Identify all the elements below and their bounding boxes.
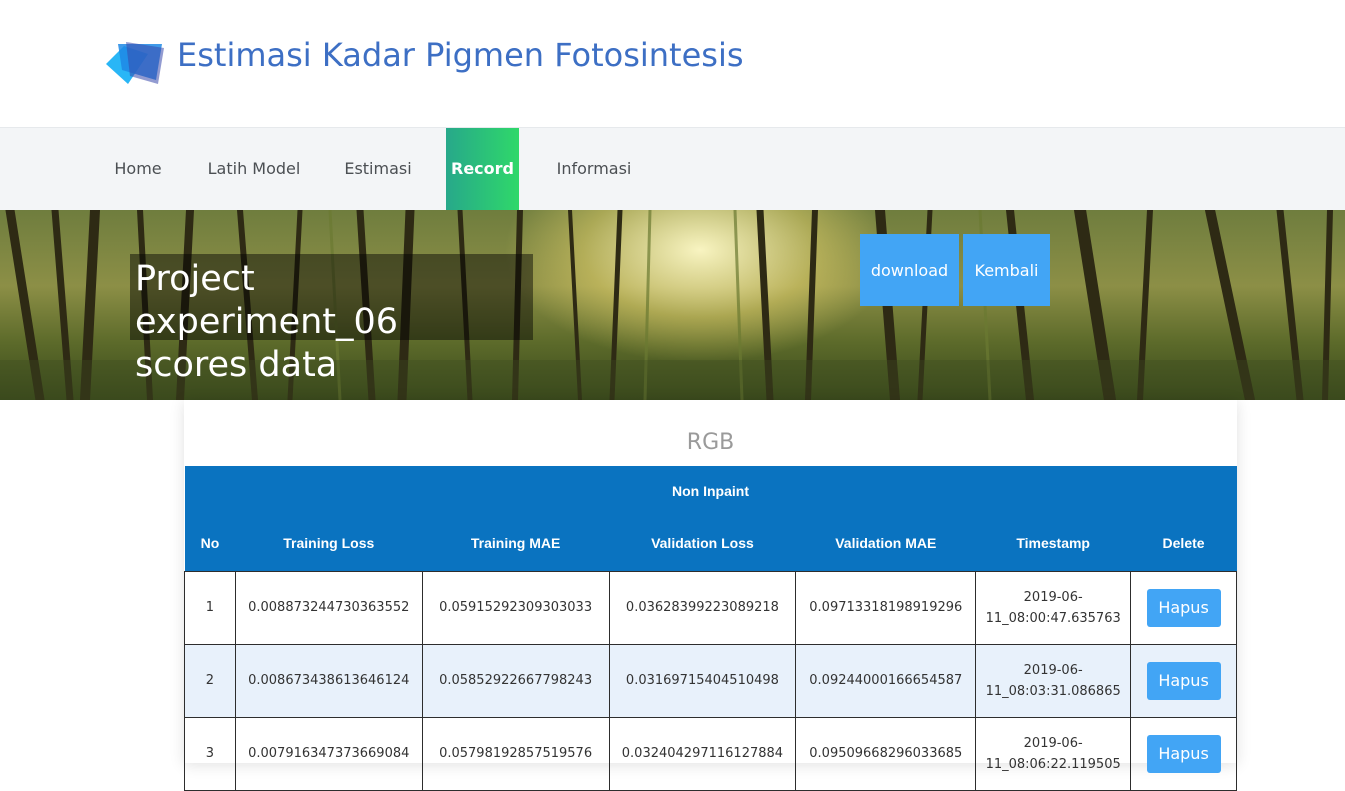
column-header-delete: Delete (1130, 516, 1237, 571)
cell-training-loss: 0.008873244730363552 (234, 570, 423, 645)
delete-button[interactable]: Hapus (1146, 588, 1221, 627)
timestamp-date: 2019-06- (1023, 735, 1083, 751)
site-header: Estimasi Kadar Pigmen Fotosintesis (0, 0, 1345, 128)
scores-card: RGB Non Inpaint No Training Loss Trainin… (184, 400, 1237, 791)
timestamp-time: 11_08:03:31.086865 (985, 683, 1121, 699)
cell-validation-loss: 0.032404297116127884 (608, 716, 797, 791)
card-title: RGB (686, 430, 735, 455)
cell-validation-loss: 0.03169715404510498 (608, 643, 797, 718)
hero-title-box: Project experiment_06 scores data (130, 254, 533, 385)
column-header-validation-mae: Validation MAE (795, 516, 976, 571)
cell-training-mae: 0.05798192857519576 (421, 716, 610, 791)
column-header-no: No (184, 516, 236, 571)
cell-no: 3 (184, 716, 236, 791)
cell-training-mae: 0.05915292309303033 (421, 570, 610, 645)
cell-no: 2 (184, 643, 236, 718)
cell-timestamp: 2019-06- 11_08:00:47.635763 (975, 570, 1132, 645)
column-header-training-loss: Training Loss (235, 516, 423, 571)
back-button[interactable]: Kembali (963, 234, 1050, 306)
table-row: 1 0.008873244730363552 0.059152923093030… (184, 570, 1237, 645)
main-nav: Home Latih Model Estimasi Record Informa… (0, 128, 1345, 210)
layers-logo-icon[interactable] (104, 40, 166, 88)
scores-table: Non Inpaint No Training Loss Training MA… (184, 466, 1237, 791)
nav-informasi[interactable]: Informasi (548, 128, 640, 210)
nav-record[interactable]: Record (446, 128, 519, 210)
nav-latih-model[interactable]: Latih Model (196, 128, 312, 210)
cell-timestamp: 2019-06- 11_08:03:31.086865 (975, 643, 1132, 718)
table-row: 2 0.008673438613646124 0.058529226677982… (184, 643, 1237, 718)
timestamp-date: 2019-06- (1023, 589, 1083, 605)
hero-title-line1: Project experiment_06 (135, 259, 399, 342)
hero-title-line2: scores data (135, 345, 338, 385)
cell-validation-mae: 0.09713318198919296 (795, 570, 977, 645)
cell-validation-loss: 0.03628399223089218 (608, 570, 797, 645)
cell-validation-mae: 0.09509668296033685 (795, 716, 977, 791)
cell-delete: Hapus (1130, 570, 1237, 645)
group-header: Non Inpaint (184, 466, 1237, 516)
timestamp-time: 11_08:06:22.119505 (985, 756, 1121, 772)
cell-timestamp: 2019-06- 11_08:06:22.119505 (975, 716, 1132, 791)
delete-button[interactable]: Hapus (1146, 734, 1221, 773)
cell-delete: Hapus (1130, 716, 1237, 791)
nav-home[interactable]: Home (104, 128, 172, 210)
cell-validation-mae: 0.09244000166654587 (795, 643, 977, 718)
table-row: 3 0.007916347373669084 0.057981928575195… (184, 716, 1237, 791)
cell-training-mae: 0.05852922667798243 (421, 643, 610, 718)
timestamp-time: 11_08:00:47.635763 (985, 610, 1121, 626)
cell-no: 1 (184, 570, 236, 645)
column-header-validation-loss: Validation Loss (609, 516, 796, 571)
delete-button[interactable]: Hapus (1146, 661, 1221, 700)
nav-estimasi[interactable]: Estimasi (336, 128, 420, 210)
column-header-timestamp: Timestamp (975, 516, 1131, 571)
cell-training-loss: 0.007916347373669084 (234, 716, 423, 791)
column-header-training-mae: Training MAE (422, 516, 609, 571)
timestamp-date: 2019-06- (1023, 662, 1083, 678)
hero-banner: Project experiment_06 scores data downlo… (0, 210, 1345, 400)
download-button[interactable]: download (860, 234, 959, 306)
site-title[interactable]: Estimasi Kadar Pigmen Fotosintesis (177, 36, 744, 74)
cell-training-loss: 0.008673438613646124 (234, 643, 423, 718)
cell-delete: Hapus (1130, 643, 1237, 718)
